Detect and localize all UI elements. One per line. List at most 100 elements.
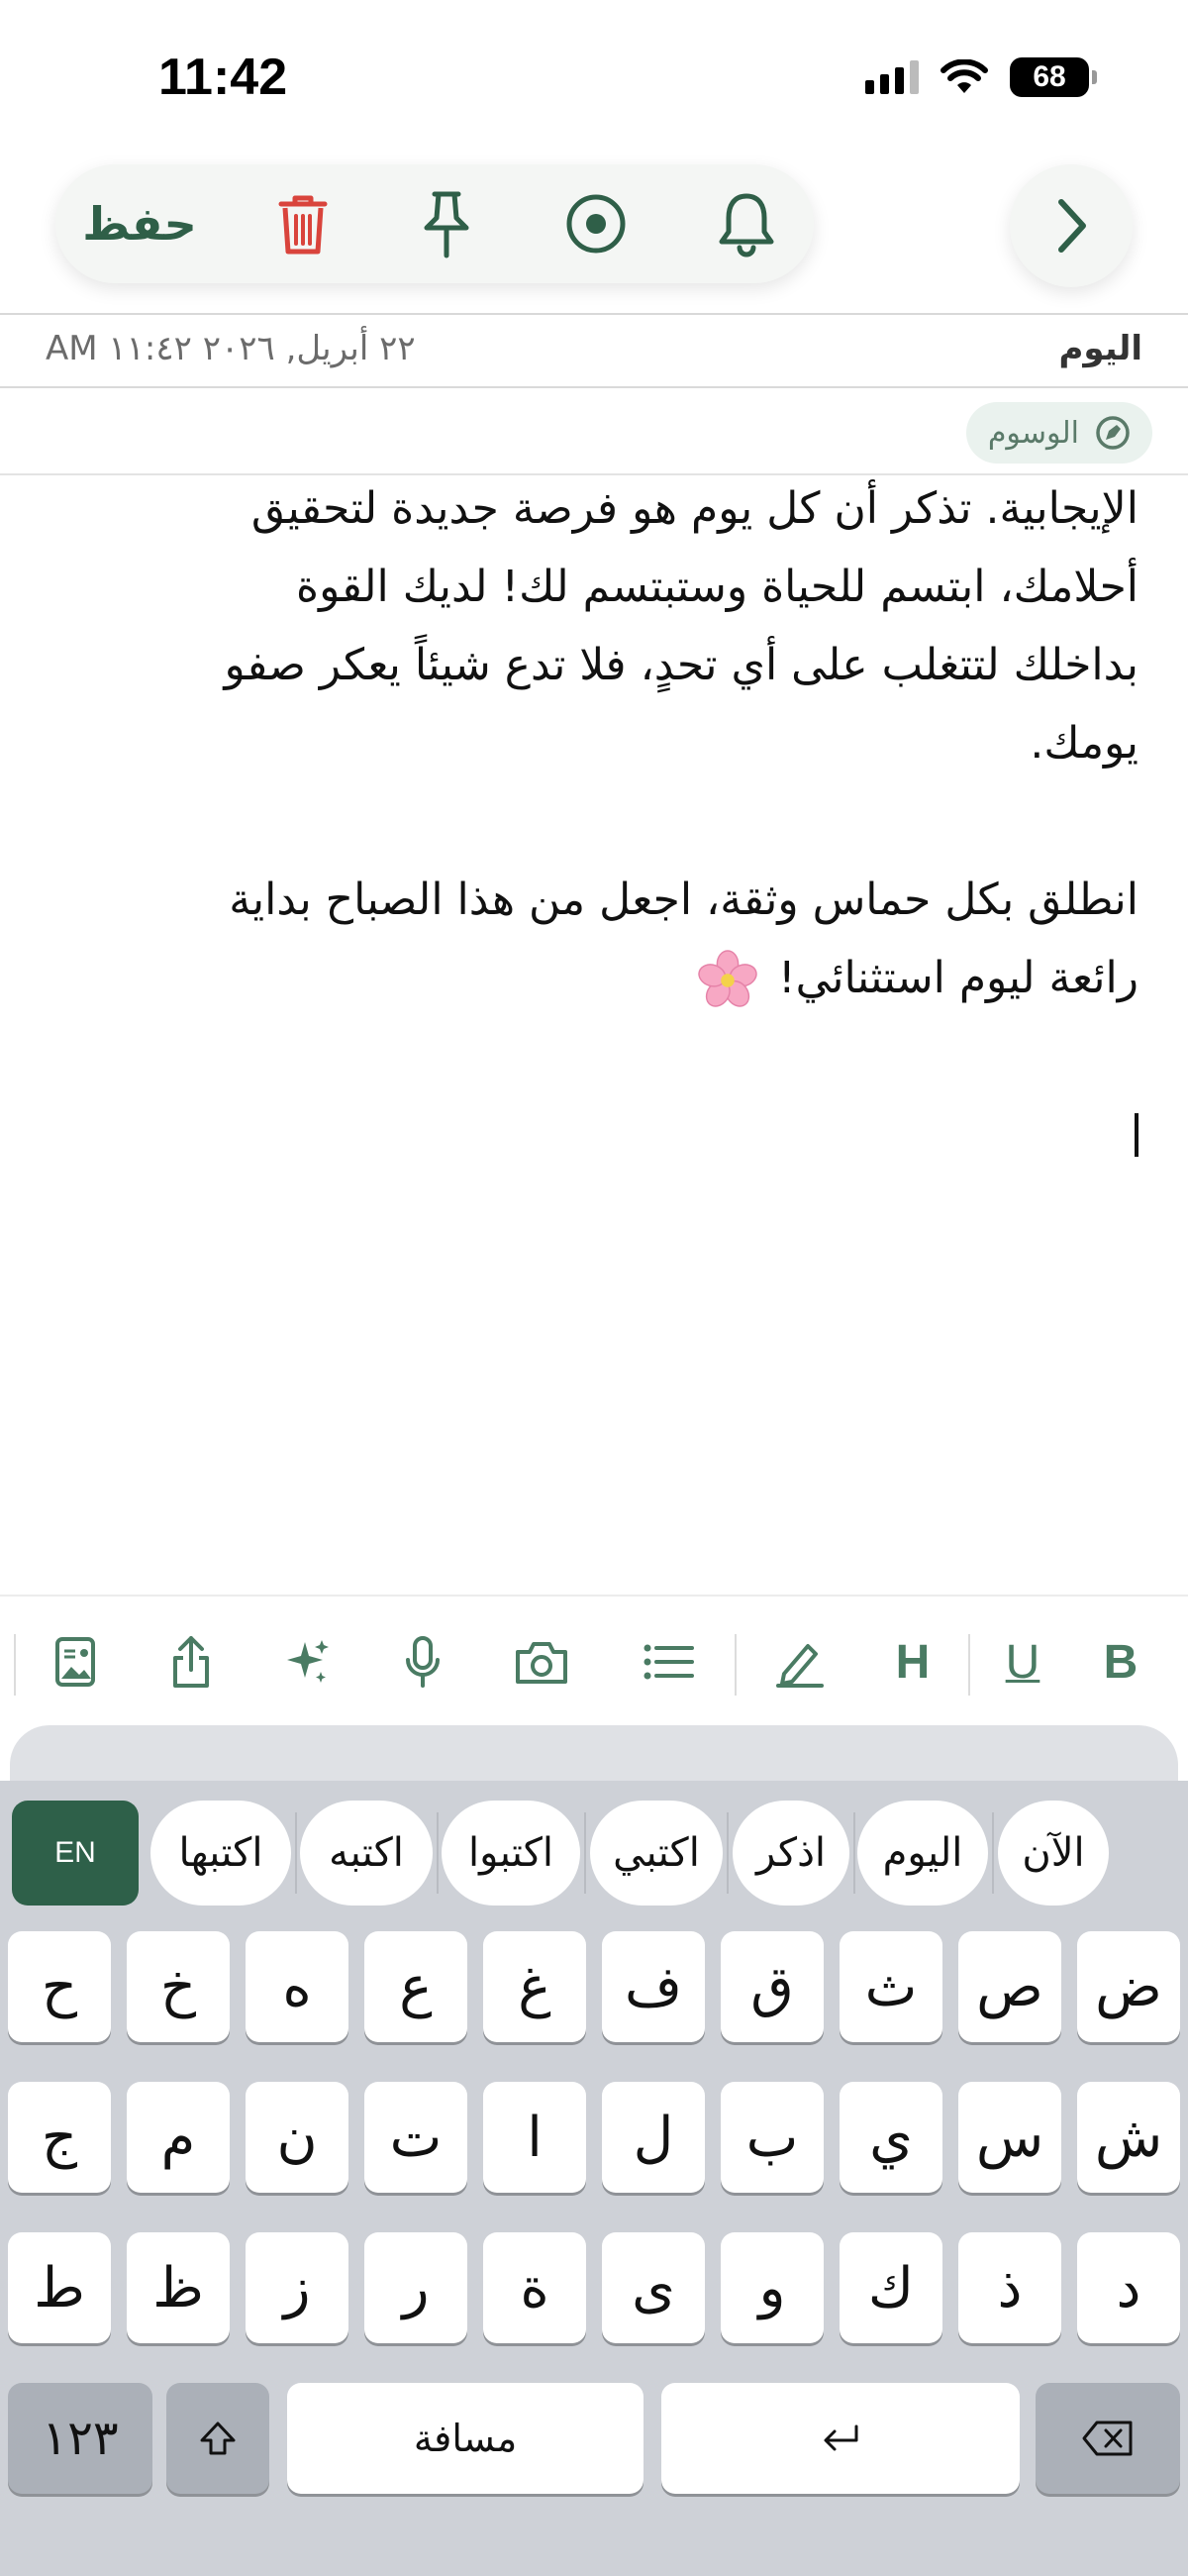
cherry-blossom-emoji-icon [698, 950, 757, 1007]
key[interactable]: ض [1077, 1931, 1180, 2042]
note-line-with-emoji: رائعة ليوم استثنائي! [40, 939, 1138, 1017]
key[interactable]: ت [364, 2082, 467, 2193]
key[interactable]: ا [483, 2082, 586, 2193]
key[interactable]: ز [246, 2232, 348, 2343]
backspace-key[interactable] [1036, 2383, 1180, 2494]
key[interactable]: ج [8, 2082, 111, 2193]
note-datetime: ٢٢ أبريل, ٢٠٢٦ ١١:٤٢ AM [46, 329, 416, 368]
heading-button[interactable]: H [873, 1622, 952, 1701]
key[interactable]: ك [840, 2232, 942, 2343]
chevron-right-icon [1058, 199, 1086, 253]
share-icon [173, 1636, 209, 1688]
status-bar: 11:42 68 [0, 0, 1188, 149]
record-icon [566, 194, 626, 254]
return-icon [824, 2424, 858, 2451]
sparkle-icon [287, 1640, 329, 1683]
key[interactable]: ر [364, 2232, 467, 2343]
tags-button[interactable]: الوسوم [965, 402, 1152, 464]
suggestion-bar: EN اكتبها اكتبه اكتبوا اكتبي اذكر اليوم … [0, 1781, 1188, 1906]
key[interactable]: ش [1077, 2082, 1180, 2193]
key[interactable]: ذ [958, 2232, 1061, 2343]
tag-icon [1096, 416, 1130, 450]
key[interactable]: ي [840, 2082, 942, 2193]
share-button[interactable] [151, 1622, 231, 1701]
suggestion-chip[interactable]: الآن [998, 1801, 1109, 1906]
battery-indicator: 68 [1010, 57, 1097, 97]
pin-icon [424, 191, 469, 258]
next-button[interactable] [1010, 164, 1133, 287]
note-toolbar: حفظ [55, 164, 814, 283]
tags-row: الوسوم [0, 388, 1188, 475]
key[interactable]: ق [721, 1931, 824, 2042]
key[interactable]: خ [127, 1931, 230, 2042]
suggestion-chip[interactable]: اكتبوا [442, 1801, 580, 1906]
pen-icon [776, 1644, 824, 1688]
image-text-icon [55, 1637, 95, 1687]
trash-icon [278, 195, 328, 255]
key[interactable]: ة [483, 2232, 586, 2343]
day-label: اليوم [1058, 329, 1142, 368]
insert-image-button[interactable] [36, 1622, 115, 1701]
shift-icon [200, 2421, 236, 2455]
note-line: انطلق بكل حماس وثقة، اجعل من هذا الصباح … [229, 875, 1138, 925]
key[interactable]: ط [8, 2232, 111, 2343]
key[interactable]: ب [721, 2082, 824, 2193]
suggestion-chip[interactable]: اذكر [733, 1801, 849, 1906]
suggestion-chip[interactable]: اليوم [857, 1801, 988, 1906]
pin-button[interactable] [397, 164, 496, 283]
note-line: يومك. [1030, 718, 1138, 769]
underline-button[interactable]: U [983, 1622, 1062, 1701]
backspace-icon [1082, 2421, 1133, 2456]
key[interactable]: ث [840, 1931, 942, 2042]
suggestion-chip[interactable]: اكتبي [590, 1801, 723, 1906]
camera-button[interactable] [502, 1622, 581, 1701]
key[interactable]: ص [958, 1931, 1061, 2042]
ai-assist-button[interactable] [267, 1622, 346, 1701]
microphone-icon [406, 1636, 440, 1688]
key[interactable]: م [127, 2082, 230, 2193]
return-key[interactable] [661, 2383, 1020, 2494]
key[interactable]: غ [483, 1931, 586, 2042]
key[interactable]: ف [602, 1931, 705, 2042]
camera-icon [516, 1642, 567, 1684]
delete-button[interactable] [253, 164, 352, 283]
key[interactable]: و [721, 2232, 824, 2343]
save-button[interactable]: حفظ [82, 164, 197, 283]
note-line: الإيجابية. تذكر أن كل يوم هو فرصة جديدة … [250, 483, 1138, 534]
key[interactable]: ظ [127, 2232, 230, 2343]
note-line: أحلامك، ابتسم للحياة وستبتسم لك! لديك ال… [296, 562, 1138, 612]
status-indicators: 68 [865, 57, 1097, 97]
list-button[interactable] [629, 1622, 708, 1701]
note-line: رائعة ليوم استثنائي! [777, 953, 1138, 1003]
numbers-key[interactable]: ١٢٣ [8, 2383, 152, 2494]
key[interactable]: ع [364, 1931, 467, 2042]
bell-icon [719, 193, 774, 258]
key[interactable]: ل [602, 2082, 705, 2193]
note-body[interactable]: الإيجابية. تذكر أن كل يوم هو فرصة جديدة … [40, 469, 1138, 1174]
bold-button[interactable]: B [1081, 1622, 1160, 1701]
keyboard: EN اكتبها اكتبه اكتبوا اكتبي اذكر اليوم … [0, 1725, 1188, 2576]
space-key[interactable]: مسافة [287, 2383, 644, 2494]
suggestion-chip[interactable]: اكتبه [300, 1801, 433, 1906]
key[interactable]: ى [602, 2232, 705, 2343]
language-switch-button[interactable]: EN [12, 1801, 139, 1906]
key[interactable]: ه [246, 1931, 348, 2042]
status-time: 11:42 [158, 49, 288, 106]
dictation-button[interactable] [383, 1622, 462, 1701]
wifi-icon [940, 59, 988, 93]
reminder-button[interactable] [697, 164, 796, 283]
key[interactable]: ن [246, 2082, 348, 2193]
key[interactable]: د [1077, 2232, 1180, 2343]
draw-button[interactable] [760, 1622, 840, 1701]
tags-label: الوسوم [987, 415, 1079, 451]
key[interactable]: س [958, 2082, 1061, 2193]
list-icon [644, 1644, 694, 1680]
key[interactable]: ح [8, 1931, 111, 2042]
note-line: بداخلك لتتغلب على أي تحدٍ، فلا تدع شيئاً… [224, 640, 1138, 690]
record-button[interactable] [546, 164, 645, 283]
cellular-signal-icon [865, 60, 919, 94]
format-toolbar: H U B [0, 1595, 1188, 1725]
suggestion-chip[interactable]: اكتبها [150, 1801, 291, 1906]
shift-key[interactable] [166, 2383, 269, 2494]
text-cursor [40, 1095, 1138, 1174]
